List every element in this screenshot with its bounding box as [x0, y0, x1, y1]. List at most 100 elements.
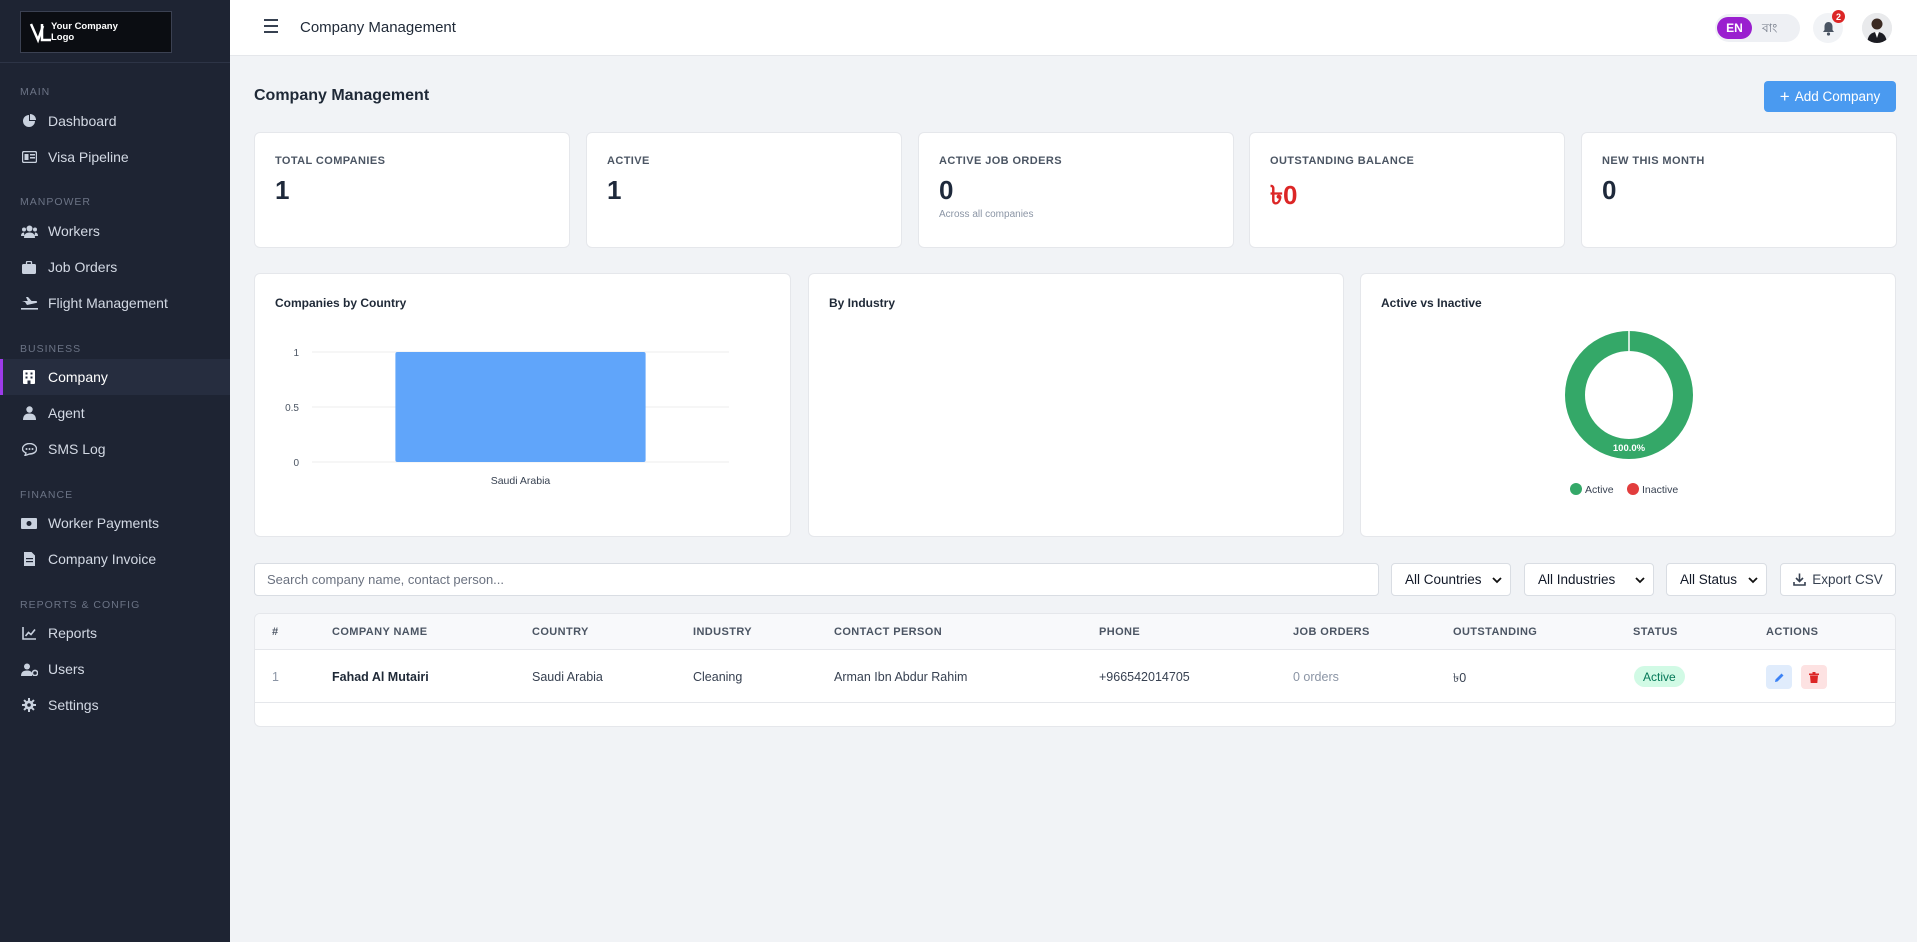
sidebar-item-visa-pipeline[interactable]: Visa Pipeline	[0, 139, 230, 175]
table-row[interactable]: 1 Fahad Al Mutairi Saudi Arabia Cleaning…	[255, 651, 1895, 703]
donut-chart: 100.0% Active Inactive	[1565, 331, 1693, 496]
sidebar-item-label: Reports	[48, 625, 98, 641]
sidebar-item-sms-log[interactable]: SMS Log	[0, 431, 230, 467]
menu-toggle-icon[interactable]	[264, 19, 280, 35]
search-input[interactable]	[254, 563, 1379, 596]
sidebar-item-company[interactable]: Company	[0, 359, 230, 395]
country-filter-value: All Countries	[1405, 572, 1482, 587]
company-country: Saudi Arabia	[532, 670, 603, 684]
notifications-button[interactable]: 2	[1813, 10, 1845, 43]
stat-card-new-this-month: NEW THIS MONTH 0	[1581, 132, 1897, 248]
chevron-down-icon	[1492, 577, 1502, 584]
chart-line-icon	[20, 624, 38, 642]
logo-mark-icon	[29, 23, 51, 44]
chart-card-active-vs-inactive: Active vs Inactive 100.0% Active Inactive	[1360, 273, 1896, 537]
gear-icon	[20, 696, 38, 714]
export-csv-button[interactable]: Export CSV	[1780, 563, 1896, 596]
legend-label: Inactive	[1642, 484, 1678, 496]
edit-button[interactable]	[1766, 665, 1792, 689]
nav-section-business: BUSINESS	[20, 343, 82, 355]
stat-value: 1	[607, 175, 622, 205]
col-header-number: #	[272, 626, 279, 638]
pie-slice	[1565, 331, 1693, 459]
country-filter-select[interactable]: All Countries	[1391, 563, 1511, 596]
sidebar-item-dashboard[interactable]: Dashboard	[0, 103, 230, 139]
status-filter-select[interactable]: All Status	[1666, 563, 1767, 596]
col-header-outstanding[interactable]: OUTSTANDING	[1453, 626, 1537, 638]
sidebar-item-label: Flight Management	[48, 295, 168, 311]
lang-en-button[interactable]: EN	[1717, 17, 1752, 39]
companies-table: # COMPANY NAME COUNTRY INDUSTRY CONTACT …	[254, 613, 1896, 727]
logo-text-line1: Your Company	[51, 21, 118, 32]
stat-card-outstanding-balance: OUTSTANDING BALANCE ৳0	[1249, 132, 1565, 248]
user-tie-icon	[20, 404, 38, 422]
stat-label: OUTSTANDING BALANCE	[1270, 155, 1415, 167]
sidebar-item-worker-payments[interactable]: Worker Payments	[0, 505, 230, 541]
trash-icon	[1809, 671, 1819, 683]
outstanding-amount: ৳0	[1453, 671, 1467, 685]
sidebar-item-label: Company	[48, 369, 108, 385]
sidebar-item-label: Dashboard	[48, 113, 117, 129]
bar-chart: 0 0.5 1 Saudi Arabia	[285, 348, 729, 487]
stat-card-active-job-orders: ACTIVE JOB ORDERS 0 Across all companies	[918, 132, 1234, 248]
pencil-icon	[1774, 673, 1783, 682]
sidebar-item-label: Job Orders	[48, 259, 118, 275]
lang-bn-button[interactable]: বাং	[1762, 20, 1777, 40]
row-number: 1	[272, 670, 279, 684]
y-tick-label: 0	[293, 458, 299, 469]
bell-icon	[1822, 21, 1834, 36]
sidebar-item-company-invoice[interactable]: Company Invoice	[0, 541, 230, 577]
nav-section-main: MAIN	[20, 86, 51, 98]
sidebar-item-label: SMS Log	[48, 441, 106, 457]
topbar-title: Company Management	[300, 19, 456, 36]
users-icon	[20, 222, 38, 240]
sidebar-item-label: Settings	[48, 697, 99, 713]
col-header-job-orders[interactable]: JOB ORDERS	[1293, 626, 1370, 638]
add-company-button[interactable]: + Add Company	[1764, 81, 1896, 112]
legend-swatch	[1627, 483, 1639, 495]
sidebar-item-flight-management[interactable]: Flight Management	[0, 285, 230, 321]
company-name[interactable]: Fahad Al Mutairi	[332, 670, 429, 684]
stat-label: ACTIVE	[607, 155, 650, 167]
company-industry: Cleaning	[693, 670, 743, 684]
delete-button[interactable]	[1801, 665, 1827, 689]
language-toggle[interactable]: EN বাং	[1715, 14, 1800, 42]
avatar-icon	[1862, 13, 1892, 43]
sidebar-item-reports[interactable]: Reports	[0, 615, 230, 651]
export-csv-label: Export CSV	[1812, 572, 1883, 587]
sidebar-item-agent[interactable]: Agent	[0, 395, 230, 431]
status-badge: Active	[1634, 666, 1685, 687]
job-orders-count[interactable]: 0 orders	[1293, 670, 1339, 684]
company-logo[interactable]: Your Company Logo	[20, 11, 172, 53]
col-header-company-name[interactable]: COMPANY NAME	[332, 626, 427, 638]
col-header-country[interactable]: COUNTRY	[532, 626, 589, 638]
sidebar-item-users[interactable]: Users	[0, 651, 230, 687]
col-header-contact-person[interactable]: CONTACT PERSON	[834, 626, 942, 638]
x-tick-label: Saudi Arabia	[491, 475, 551, 487]
building-icon	[20, 368, 38, 386]
col-header-status[interactable]: STATUS	[1633, 626, 1678, 638]
sidebar-item-label: Worker Payments	[48, 515, 159, 531]
stat-card-active: ACTIVE 1	[586, 132, 902, 248]
y-tick-label: 0.5	[285, 403, 299, 414]
sidebar-item-job-orders[interactable]: Job Orders	[0, 249, 230, 285]
col-header-industry[interactable]: INDUSTRY	[693, 626, 752, 638]
user-avatar[interactable]	[1862, 13, 1892, 43]
logo-area: Your Company Logo	[0, 0, 230, 63]
sidebar-item-label: Users	[48, 661, 85, 677]
chart-card-by-industry: By Industry	[808, 273, 1344, 537]
col-header-phone[interactable]: PHONE	[1099, 626, 1140, 638]
industry-filter-value: All Industries	[1538, 572, 1616, 587]
chevron-down-icon	[1635, 577, 1645, 584]
sidebar-item-settings[interactable]: Settings	[0, 687, 230, 723]
sidebar-item-workers[interactable]: Workers	[0, 213, 230, 249]
stat-label: NEW THIS MONTH	[1602, 155, 1705, 167]
add-company-label: Add Company	[1794, 89, 1881, 104]
chart-pie-icon	[20, 112, 38, 130]
topbar: Company Management EN বাং 2	[230, 0, 1917, 56]
data-label: 100.0%	[1613, 443, 1646, 454]
notification-count-badge: 2	[1832, 10, 1845, 23]
users-cog-icon	[20, 660, 38, 678]
legend-swatch	[1570, 483, 1582, 495]
industry-filter-select[interactable]: All Industries	[1524, 563, 1654, 596]
